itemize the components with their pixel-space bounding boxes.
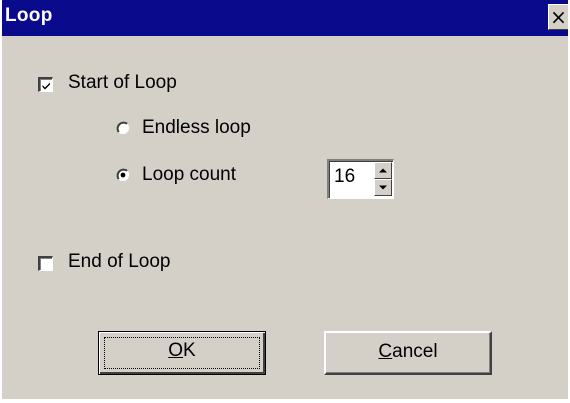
title-bar[interactable]: Loop ×	[2, 0, 568, 36]
loop-count-spinbox[interactable]: 16	[327, 159, 394, 199]
loop-count-label[interactable]: Loop count	[142, 164, 236, 186]
checkmark-icon	[42, 82, 50, 90]
end-of-loop-checkbox[interactable]	[38, 256, 53, 271]
loop-count-value[interactable]: 16	[334, 166, 355, 188]
cancel-mnemonic: C	[378, 341, 393, 362]
focus-rectangle	[104, 337, 260, 369]
arrow-down-icon	[379, 185, 387, 190]
spin-down-button[interactable]	[374, 179, 392, 196]
spin-up-button[interactable]	[374, 162, 392, 179]
cancel-label-rest: ancel	[392, 341, 438, 362]
endless-loop-radio[interactable]	[116, 121, 130, 135]
end-of-loop-label[interactable]: End of Loop	[68, 251, 170, 273]
window-title: Loop	[5, 5, 53, 26]
ok-button[interactable]: OK	[98, 331, 266, 375]
start-of-loop-label[interactable]: Start of Loop	[68, 72, 177, 94]
endless-loop-label[interactable]: Endless loop	[142, 117, 251, 139]
loop-dialog: Loop × Start of Loop Endless loop Loop c…	[0, 0, 570, 401]
arrow-up-icon	[379, 168, 387, 173]
start-of-loop-checkbox[interactable]	[38, 77, 53, 92]
close-icon: ×	[550, 5, 567, 29]
loop-count-radio[interactable]	[116, 168, 130, 182]
cancel-button[interactable]: Cancel	[324, 331, 492, 375]
close-button[interactable]: ×	[548, 4, 568, 30]
